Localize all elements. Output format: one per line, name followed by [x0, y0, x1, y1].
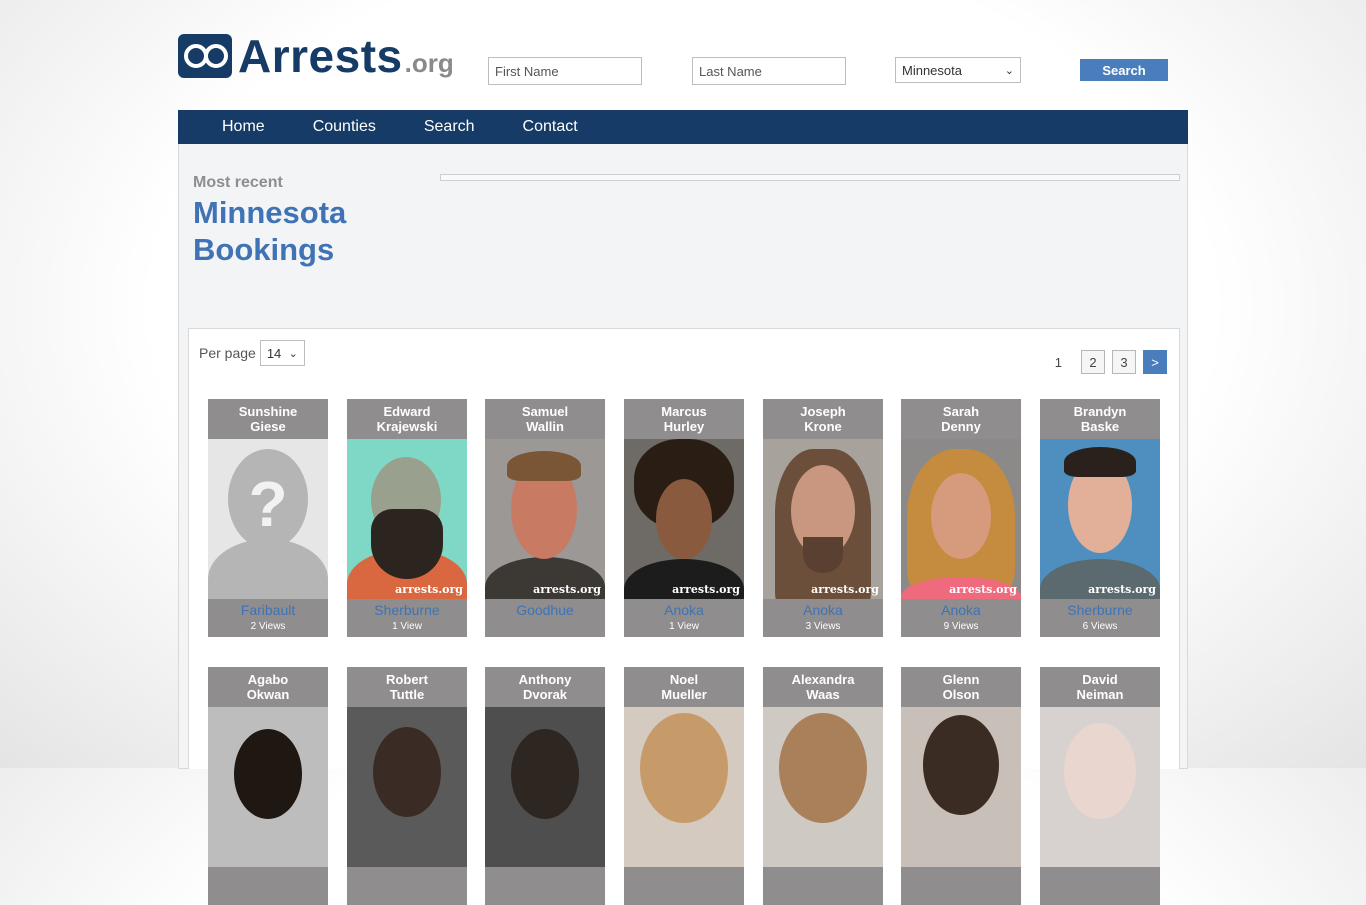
booking-views: 9 Views	[943, 621, 979, 632]
first-name-input[interactable]	[488, 57, 642, 85]
booking-card[interactable]: Anthony Dvorak	[485, 667, 605, 905]
nav-search[interactable]: Search	[424, 118, 475, 136]
booking-county-link[interactable]: Anoka	[901, 602, 1021, 618]
mugshot-photo	[763, 707, 883, 867]
booking-views: 1 View	[669, 621, 699, 632]
mugshot-photo	[1040, 707, 1160, 867]
page-title: Minnesota Bookings	[193, 194, 346, 268]
pagination: 1 2 3 >	[1055, 350, 1167, 374]
mugshot-photo: arrests.org	[347, 439, 467, 599]
chevron-down-icon: ⌄	[1004, 64, 1014, 77]
page-link-2[interactable]: 2	[1081, 350, 1105, 374]
booking-card[interactable]: Noel Mueller	[624, 667, 744, 905]
ad-placeholder	[440, 174, 1180, 181]
booking-county-link[interactable]: Faribault	[208, 602, 328, 618]
booking-name: Sunshine Giese	[238, 404, 298, 434]
booking-name: Sarah Denny	[941, 404, 981, 434]
mugshot-photo	[624, 707, 744, 867]
booking-card[interactable]: Sunshine Giese ? Faribault 2 Views	[208, 399, 328, 637]
nav-contact[interactable]: Contact	[523, 118, 578, 136]
site-logo[interactable]: Arrests .org	[178, 30, 454, 82]
page-wrapper: Arrests .org Minnesota ⌄ Search Home Cou…	[178, 0, 1188, 905]
mugshot-photo: arrests.org	[485, 439, 605, 599]
booking-county-link[interactable]: Sherburne	[347, 602, 467, 618]
booking-card[interactable]: David Neiman	[1040, 667, 1160, 905]
booking-card[interactable]: Edward Krajewski arrests.org Sherburne 1 …	[347, 399, 467, 637]
per-page-control: Per page 14 ⌄	[199, 340, 305, 366]
booking-county-link[interactable]: Sherburne	[1040, 602, 1160, 618]
booking-name: Edward Krajewski	[376, 404, 438, 434]
booking-name: Marcus Hurley	[661, 404, 707, 434]
booking-county-link[interactable]: Goodhue	[485, 602, 605, 618]
no-photo-silhouette-icon: ?	[208, 439, 328, 599]
mugshot-photo: arrests.org	[901, 439, 1021, 599]
mugshot-photo	[208, 707, 328, 867]
mugshot-photo: arrests.org	[624, 439, 744, 599]
booking-views: 1 View	[392, 621, 422, 632]
booking-county-link[interactable]: Anoka	[763, 602, 883, 618]
booking-card[interactable]: Robert Tuttle	[347, 667, 467, 905]
mugshot-photo	[485, 707, 605, 867]
booking-name: Glenn Olson	[942, 672, 980, 702]
handcuffs-icon	[178, 34, 232, 78]
booking-views: 2 Views	[250, 621, 286, 632]
page-subtitle: Most recent	[193, 174, 283, 191]
booking-views: 6 Views	[1082, 621, 1118, 632]
booking-name: Joseph Krone	[800, 404, 846, 434]
booking-name: Robert Tuttle	[386, 672, 428, 702]
booking-card[interactable]: Joseph Krone arrests.org Anoka 3 Views	[763, 399, 883, 637]
booking-card[interactable]: Brandyn Baske arrests.org Sherburne 6 Vie…	[1040, 399, 1160, 637]
booking-name: Agabo Okwan	[246, 672, 290, 702]
booking-name: Alexandra Waas	[791, 672, 855, 702]
page-next-button[interactable]: >	[1143, 350, 1167, 374]
logo-tld: .org	[404, 48, 454, 78]
booking-card[interactable]: Marcus Hurley arrests.org Anoka 1 View	[624, 399, 744, 637]
state-select[interactable]: Minnesota ⌄	[895, 57, 1021, 83]
logo-word: Arrests	[238, 30, 403, 82]
chevron-down-icon: ⌄	[288, 347, 298, 360]
search-button[interactable]: Search	[1080, 59, 1168, 81]
mugshot-photo: arrests.org	[1040, 439, 1160, 599]
mugshot-photo: arrests.org	[763, 439, 883, 599]
per-page-value: 14	[266, 345, 282, 361]
per-page-select[interactable]: 14 ⌄	[259, 340, 305, 366]
page-title-line2: Bookings	[193, 232, 335, 267]
main-nav: Home Counties Search Contact	[178, 110, 1188, 144]
booking-name: Noel Mueller	[661, 672, 707, 702]
booking-name: David Neiman	[1076, 672, 1124, 702]
page-title-line1: Minnesota	[193, 195, 347, 230]
mugshot-photo	[347, 707, 467, 867]
per-page-label: Per page	[199, 345, 256, 361]
nav-home[interactable]: Home	[222, 118, 265, 136]
booking-card[interactable]: Glenn Olson	[901, 667, 1021, 905]
mugshot-photo	[901, 707, 1021, 867]
booking-name: Anthony Dvorak	[518, 672, 572, 702]
booking-list: Per page 14 ⌄ 1 2 3 > Sunshine Giese ? F…	[188, 328, 1180, 905]
booking-card[interactable]: Alexandra Waas	[763, 667, 883, 905]
booking-county-link[interactable]: Anoka	[624, 602, 744, 618]
booking-card[interactable]: Agabo Okwan	[208, 667, 328, 905]
booking-views: 3 Views	[805, 621, 841, 632]
booking-card[interactable]: Sarah Denny arrests.org Anoka 9 Views	[901, 399, 1021, 637]
state-select-value: Minnesota	[902, 62, 962, 78]
page-current: 1	[1054, 354, 1062, 370]
main-content: Most recent Minnesota Bookings Per page …	[178, 144, 1188, 905]
nav-counties[interactable]: Counties	[313, 118, 376, 136]
last-name-input[interactable]	[692, 57, 846, 85]
booking-name: Brandyn Baske	[1073, 404, 1127, 434]
booking-card[interactable]: Samuel Wallin arrests.org Goodhue	[485, 399, 605, 637]
page-link-3[interactable]: 3	[1112, 350, 1136, 374]
booking-name: Samuel Wallin	[521, 404, 569, 434]
